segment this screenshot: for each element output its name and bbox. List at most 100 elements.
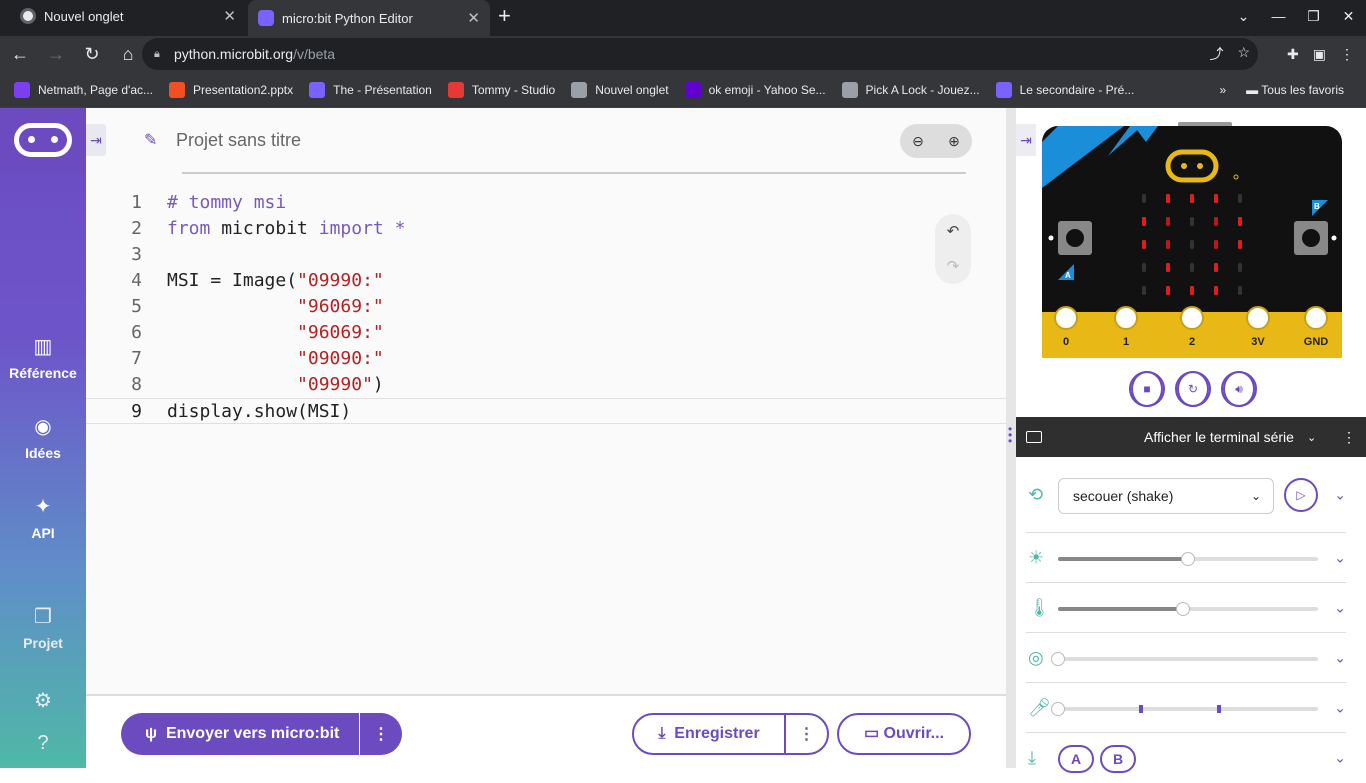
chevron-down-icon[interactable]: ⌄ bbox=[1334, 486, 1346, 503]
pin-hole[interactable] bbox=[1304, 306, 1328, 330]
chevron-down-icon[interactable]: ⌄ bbox=[1334, 599, 1346, 616]
chevron-down-icon[interactable]: ⌄ bbox=[1307, 431, 1316, 444]
send-gesture-button[interactable]: ▷ bbox=[1284, 478, 1318, 512]
code-line[interactable]: 7 "09090:" bbox=[86, 346, 1006, 372]
stop-button[interactable]: ■ bbox=[1129, 371, 1165, 407]
slider-knob[interactable] bbox=[1181, 552, 1195, 566]
microbit-logo[interactable] bbox=[0, 108, 86, 172]
close-icon[interactable]: ✕ bbox=[467, 9, 480, 27]
code-line[interactable]: 2 from microbit import * bbox=[86, 216, 1006, 242]
sim-button-a[interactable]: A bbox=[1058, 745, 1094, 773]
mute-button[interactable]: 🔊︎ bbox=[1221, 371, 1257, 407]
menu-icon[interactable]: ⋮ bbox=[1340, 46, 1354, 63]
open-button[interactable]: ▭ Ouvrir... bbox=[837, 713, 971, 755]
forward-icon[interactable]: → bbox=[40, 44, 72, 65]
star-icon[interactable]: ☆ bbox=[1237, 44, 1250, 64]
bookmark-item[interactable]: Nouvel onglet bbox=[571, 81, 669, 98]
reset-button[interactable]: ↻ bbox=[1175, 371, 1211, 407]
tab-search-icon[interactable]: ⌄ bbox=[1226, 8, 1261, 25]
bookmark-item[interactable]: The - Présentation bbox=[309, 81, 432, 98]
restore-icon[interactable]: ❐ bbox=[1296, 8, 1331, 25]
serial-toggle-label[interactable]: Afficher le terminal série bbox=[1144, 429, 1294, 445]
more-bookmarks-icon[interactable]: » bbox=[1219, 83, 1226, 97]
tab-microbit-editor[interactable]: micro:bit Python Editor ✕ bbox=[248, 0, 490, 36]
button-a[interactable] bbox=[1066, 229, 1084, 247]
tab-new-tab[interactable]: Nouvel onglet ✕ bbox=[8, 0, 246, 32]
sidebar-item-project[interactable]: ❐ Projet bbox=[0, 604, 86, 651]
code-line[interactable]: 3 bbox=[86, 242, 1006, 268]
gesture-select[interactable]: secouer (shake) ⌄ bbox=[1058, 478, 1274, 514]
zoom-in-icon[interactable]: ⊕ bbox=[936, 124, 972, 158]
bookmark-item[interactable]: Netmath, Page d'ac... bbox=[14, 81, 153, 98]
back-icon[interactable]: ← bbox=[4, 44, 36, 65]
slider-knob[interactable] bbox=[1175, 602, 1190, 616]
button-b[interactable] bbox=[1302, 229, 1320, 247]
code-token: display.show(MSI) bbox=[167, 401, 352, 422]
sound-row: 🎤︎ ⌄ bbox=[1026, 683, 1346, 733]
sidebar-item-api[interactable]: ✦ API bbox=[0, 494, 86, 541]
sidebar-item-ideas[interactable]: ◉ Idées bbox=[0, 414, 86, 461]
home-icon[interactable]: ⌂ bbox=[112, 44, 144, 65]
slider-knob[interactable] bbox=[1051, 702, 1065, 716]
code-area[interactable]: 1 # tommy msi 2 from microbit import * 3 4 MSI… bbox=[86, 190, 1006, 424]
settings-button[interactable]: ⚙ bbox=[0, 688, 86, 719]
collapse-sidebar-button[interactable]: ⇥ bbox=[86, 124, 106, 156]
pin-hole[interactable] bbox=[1180, 306, 1204, 330]
extension-icons: ✚ ▣ ⋮ bbox=[1287, 46, 1354, 63]
threshold-marker[interactable] bbox=[1216, 705, 1221, 713]
chevron-down-icon[interactable]: ⌄ bbox=[1334, 699, 1346, 716]
minimize-icon[interactable]: — bbox=[1261, 8, 1296, 24]
send-to-microbit-button[interactable]: ψ Envoyer vers micro:bit ⋮ bbox=[121, 713, 402, 755]
slider-fill bbox=[1058, 557, 1188, 561]
code-line[interactable]: 4 MSI = Image("09990:" bbox=[86, 268, 1006, 294]
temperature-slider[interactable] bbox=[1058, 602, 1318, 616]
led bbox=[1166, 286, 1170, 295]
bookmark-item[interactable]: Le secondaire - Pré... bbox=[995, 81, 1134, 98]
sim-button-b[interactable]: B bbox=[1100, 745, 1136, 773]
bookmark-item[interactable]: Pick A Lock - Jouez... bbox=[841, 81, 980, 98]
reload-icon[interactable]: ↻ bbox=[76, 44, 108, 65]
logo-dot bbox=[1181, 163, 1187, 169]
sidebar-item-reference[interactable]: ▥ Référence bbox=[0, 334, 86, 381]
pin-hole[interactable] bbox=[1246, 306, 1270, 330]
address-bar[interactable]: 🔒︎ python.microbit.org/v/beta ⤴ ☆ bbox=[142, 38, 1258, 70]
bookmark-item[interactable]: ok emoji - Yahoo Se... bbox=[684, 81, 826, 98]
sound-slider[interactable] bbox=[1051, 702, 1318, 716]
sidepanel-icon[interactable]: ▣ bbox=[1313, 46, 1326, 63]
close-icon[interactable]: ✕ bbox=[223, 7, 236, 25]
code-line[interactable]: 8 "09990") bbox=[86, 372, 1006, 398]
save-more-options-button[interactable]: ⋮ bbox=[786, 724, 827, 744]
chevron-down-icon[interactable]: ⌄ bbox=[1334, 750, 1346, 767]
collapse-simulator-button[interactable]: ⇥ bbox=[1016, 124, 1036, 156]
new-tab-button[interactable]: + bbox=[498, 4, 511, 28]
all-bookmarks[interactable]: ▬ Tous les favoris bbox=[1246, 83, 1344, 97]
code-line[interactable]: 1 # tommy msi bbox=[86, 190, 1006, 216]
serial-bar[interactable]: Afficher le terminal série ⌄ ⋮ bbox=[1016, 417, 1366, 457]
compass-slider[interactable] bbox=[1051, 652, 1318, 666]
zoom-out-icon[interactable]: ⊖ bbox=[900, 124, 936, 158]
panel-resize-handle[interactable]: • • • bbox=[1006, 108, 1016, 768]
extensions-icon[interactable]: ✚ bbox=[1287, 46, 1299, 63]
project-title[interactable]: Projet sans titre bbox=[176, 130, 301, 151]
chevron-down-icon[interactable]: ⌄ bbox=[1334, 649, 1346, 666]
light-slider[interactable] bbox=[1058, 552, 1318, 566]
code-line[interactable]: 5 "96069:" bbox=[86, 294, 1006, 320]
share-icon[interactable]: ⤴ bbox=[1209, 44, 1223, 64]
chevron-down-icon[interactable]: ⌄ bbox=[1334, 549, 1346, 566]
send-label: Envoyer vers micro:bit bbox=[165, 725, 340, 742]
close-window-icon[interactable]: ✕ bbox=[1331, 8, 1366, 25]
code-line[interactable]: 6 "96069:" bbox=[86, 320, 1006, 346]
slider-knob[interactable] bbox=[1051, 652, 1065, 666]
threshold-marker[interactable] bbox=[1138, 705, 1143, 713]
lock-icon[interactable]: 🔒︎ bbox=[154, 48, 160, 61]
pin-hole[interactable] bbox=[1114, 306, 1138, 330]
help-button[interactable]: ? bbox=[0, 732, 86, 761]
edit-title-icon[interactable]: ✎ bbox=[144, 130, 157, 150]
bookmark-item[interactable]: Tommy - Studio bbox=[447, 81, 555, 98]
pin-hole[interactable] bbox=[1054, 306, 1078, 330]
serial-more-icon[interactable]: ⋮ bbox=[1342, 429, 1356, 446]
code-line[interactable]: 9 display.show(MSI) bbox=[86, 398, 1006, 424]
send-more-options-button[interactable]: ⋮ bbox=[360, 724, 402, 744]
save-button[interactable]: ⤓ Enregistrer ⋮ bbox=[632, 713, 829, 755]
bookmark-item[interactable]: Presentation2.pptx bbox=[169, 81, 293, 98]
